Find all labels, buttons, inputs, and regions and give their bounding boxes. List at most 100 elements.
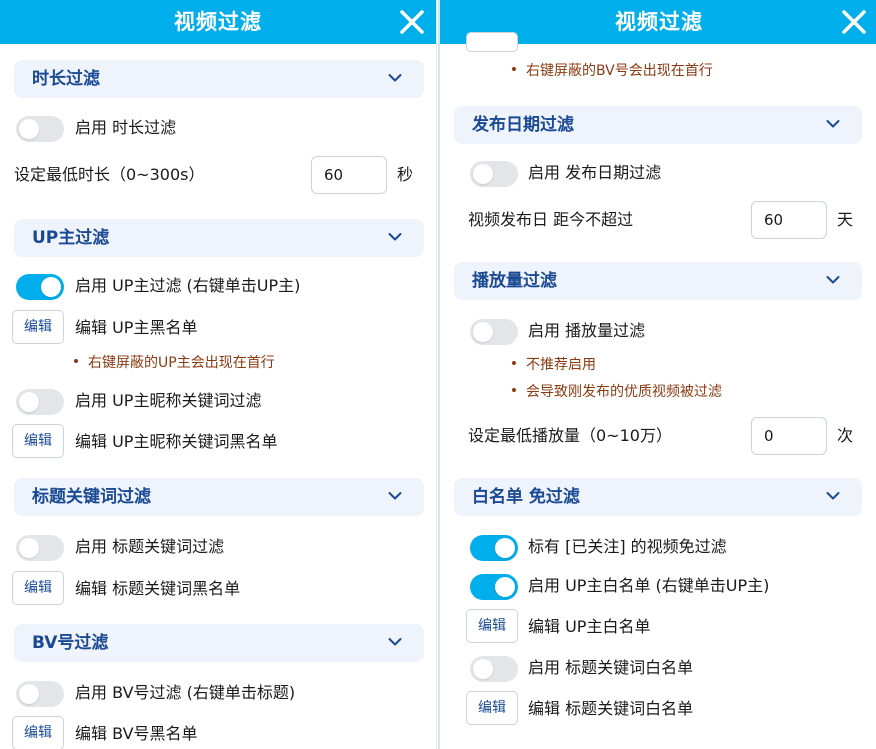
uploader-note: 右键屏蔽的UP主会出现在首行: [74, 351, 275, 375]
bullet-dot: [512, 361, 516, 365]
chevron-down-icon[interactable]: [388, 491, 402, 501]
section-uploader-filter[interactable]: UP主过滤: [14, 219, 424, 257]
panel-content: 时长过滤 启用 时长过滤 设定最低时长（0~300s） 秒 UP主过滤 启用 U…: [0, 44, 436, 749]
bv-filter-toggle[interactable]: [16, 681, 64, 707]
note-text: 右键屏蔽的BV号会出现在首行: [526, 63, 713, 79]
section-bv-filter[interactable]: BV号过滤: [14, 624, 424, 662]
title-keyword-filter-toggle[interactable]: [16, 535, 64, 561]
edit-title-keyword-whitelist-button[interactable]: 编辑: [466, 691, 518, 725]
panel-header: 视频过滤: [0, 0, 436, 44]
section-date-filter[interactable]: 发布日期过滤: [454, 106, 862, 144]
views-toggle-row: 启用 播放量过滤: [440, 313, 876, 349]
toggle-knob: [19, 119, 39, 139]
views-filter-toggle[interactable]: [470, 319, 518, 345]
toggle-knob: [495, 538, 515, 558]
toggle-label: 启用 BV号过滤 (右键单击标题): [75, 683, 296, 702]
note-text: 不推荐启用: [526, 357, 596, 373]
date-filter-toggle[interactable]: [470, 161, 518, 187]
views-setting-row: 设定最低播放量（0~10万） 次: [440, 417, 876, 455]
views-note-1: 不推荐启用: [512, 353, 596, 377]
unit-label: 秒: [397, 165, 414, 184]
toggle-label: 启用 时长过滤: [75, 118, 177, 137]
setting-label: 视频发布日 距今不超过: [468, 210, 634, 229]
close-icon[interactable]: [836, 4, 872, 40]
section-duration-filter[interactable]: 时长过滤: [14, 60, 424, 98]
toggle-label: 启用 UP主昵称关键词过滤: [75, 391, 262, 410]
chevron-down-icon[interactable]: [826, 275, 840, 285]
uploader-filter-toggle[interactable]: [16, 274, 64, 300]
duration-filter-toggle[interactable]: [16, 116, 64, 142]
toggle-label: 启用 标题关键词白名单: [528, 658, 694, 677]
edit-label: 编辑 UP主黑名单: [75, 318, 198, 337]
section-title: 标题关键词过滤: [32, 487, 151, 507]
section-title: 播放量过滤: [472, 271, 557, 291]
edit-nick-blacklist-button[interactable]: 编辑: [12, 424, 64, 458]
close-icon[interactable]: [394, 4, 430, 40]
views-note-2: 会导致刚发布的优质视频被过滤: [512, 380, 722, 404]
title-whitelist-toggle-row: 启用 标题关键词白名单: [440, 650, 876, 686]
edit-bv-blacklist-button[interactable]: 编辑: [12, 716, 64, 749]
setting-label: 设定最低播放量（0~10万）: [468, 426, 672, 445]
toggle-knob: [41, 277, 61, 297]
toggle-label: 启用 播放量过滤: [528, 321, 646, 340]
section-title: BV号过滤: [32, 633, 109, 653]
edit-label: 编辑 标题关键词黑名单: [75, 579, 241, 598]
chevron-down-icon[interactable]: [826, 491, 840, 501]
edit-bv-blacklist-button-partial[interactable]: [466, 32, 518, 52]
up-whitelist-edit-row: 编辑 编辑 UP主白名单: [440, 609, 876, 645]
section-title: 发布日期过滤: [472, 115, 574, 135]
uploader-blacklist-row: 编辑 编辑 UP主黑名单: [0, 310, 436, 346]
date-toggle-row: 启用 发布日期过滤: [440, 155, 876, 191]
title-keyword-blacklist-row: 编辑 编辑 标题关键词黑名单: [0, 571, 436, 607]
min-views-input[interactable]: [751, 417, 827, 455]
title-keyword-toggle-row: 启用 标题关键词过滤: [0, 529, 436, 565]
edit-uploader-blacklist-button[interactable]: 编辑: [12, 310, 64, 344]
uploader-toggle-row: 启用 UP主过滤 (右键单击UP主): [0, 268, 436, 304]
panel-content: 右键屏蔽的BV号会出现在首行 发布日期过滤 启用 发布日期过滤 视频发布日 距今…: [440, 32, 876, 749]
chevron-down-icon[interactable]: [388, 232, 402, 242]
panel-title: 视频过滤: [174, 10, 262, 34]
edit-title-keyword-blacklist-button[interactable]: 编辑: [12, 571, 64, 605]
uploader-nick-blacklist-row: 编辑 编辑 UP主昵称关键词黑名单: [0, 424, 436, 460]
section-title: 时长过滤: [32, 69, 100, 89]
toggle-knob: [473, 322, 493, 342]
setting-label: 设定最低时长（0~300s）: [14, 165, 205, 184]
followed-whitelist-toggle[interactable]: [470, 535, 518, 561]
section-title-keyword-filter[interactable]: 标题关键词过滤: [14, 478, 424, 516]
toggle-label: 启用 UP主过滤 (右键单击UP主): [75, 276, 301, 295]
edit-label: 编辑 UP主昵称关键词黑名单: [75, 432, 278, 451]
up-whitelist-toggle-row: 启用 UP主白名单 (右键单击UP主): [440, 568, 876, 604]
note-text: 右键屏蔽的UP主会出现在首行: [88, 355, 275, 371]
edit-label: 编辑 标题关键词白名单: [528, 699, 694, 718]
uploader-nick-toggle-row: 启用 UP主昵称关键词过滤: [0, 383, 436, 419]
chevron-down-icon[interactable]: [388, 637, 402, 647]
edit-label: 编辑 BV号黑名单: [75, 724, 198, 743]
section-views-filter[interactable]: 播放量过滤: [454, 262, 862, 300]
chevron-down-icon[interactable]: [826, 119, 840, 129]
up-whitelist-toggle[interactable]: [470, 574, 518, 600]
min-duration-input[interactable]: [311, 156, 387, 194]
title-keyword-whitelist-toggle[interactable]: [470, 656, 518, 682]
date-setting-row: 视频发布日 距今不超过 天: [440, 201, 876, 239]
toggle-knob: [19, 538, 39, 558]
title-whitelist-edit-row: 编辑 编辑 标题关键词白名单: [440, 691, 876, 727]
bullet-dot: [74, 359, 78, 363]
uploader-nick-filter-toggle[interactable]: [16, 389, 64, 415]
section-whitelist[interactable]: 白名单 免过滤: [454, 478, 862, 516]
edit-label: 编辑 UP主白名单: [528, 617, 651, 636]
toggle-knob: [473, 659, 493, 679]
toggle-knob: [19, 392, 39, 412]
unit-label: 天: [837, 210, 854, 229]
toggle-label: 标有 [已关注] 的视频免过滤: [528, 537, 727, 556]
chevron-down-icon[interactable]: [388, 73, 402, 83]
filter-panel-left: 视频过滤 时长过滤 启用 时长过滤 设定最低时长（0~300s） 秒 UP主过滤…: [0, 0, 437, 749]
toggle-knob: [19, 684, 39, 704]
duration-setting-row: 设定最低时长（0~300s） 秒: [0, 156, 436, 194]
edit-up-whitelist-button[interactable]: 编辑: [466, 609, 518, 643]
toggle-label: 启用 UP主白名单 (右键单击UP主): [528, 576, 770, 595]
max-days-input[interactable]: [751, 201, 827, 239]
bv-blacklist-row: 编辑 编辑 BV号黑名单: [0, 716, 436, 749]
toggle-knob: [495, 577, 515, 597]
toggle-label: 启用 发布日期过滤: [528, 163, 662, 182]
bullet-dot: [512, 67, 516, 71]
